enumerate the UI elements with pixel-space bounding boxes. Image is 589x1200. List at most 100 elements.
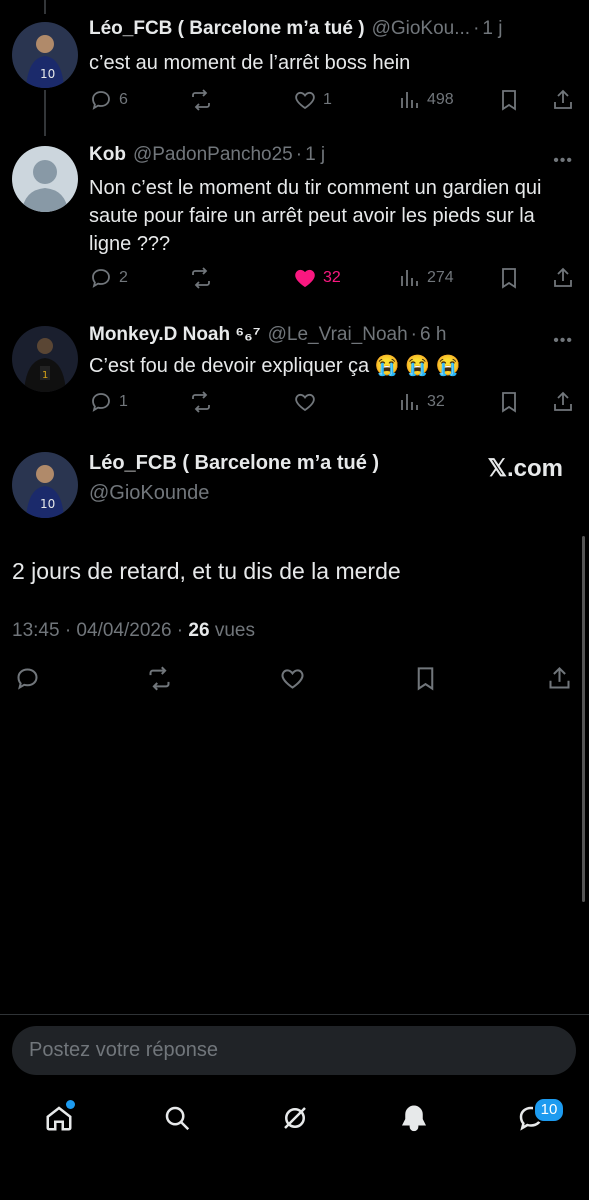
bookmark-button[interactable] bbox=[497, 390, 521, 414]
more-options-icon[interactable]: ••• bbox=[553, 152, 573, 170]
reply-count: 2 bbox=[119, 269, 128, 286]
tweet-time: 6 h bbox=[420, 324, 447, 345]
tweet-text: C’est fou de devoir expliquer ça 😭 😭 😭 bbox=[89, 355, 461, 377]
thread-line bbox=[44, 0, 46, 14]
grok-icon bbox=[284, 1107, 306, 1129]
user-handle[interactable]: @GioKounde bbox=[89, 482, 209, 505]
reply-input[interactable]: Postez votre réponse bbox=[12, 1026, 576, 1075]
nav-notifications[interactable] bbox=[394, 1095, 434, 1141]
reply-icon bbox=[92, 393, 110, 412]
avatar[interactable] bbox=[12, 146, 78, 212]
svg-text:1: 1 bbox=[42, 370, 48, 381]
avatar[interactable]: 10 bbox=[12, 452, 78, 518]
views-number: 26 bbox=[188, 620, 210, 641]
display-name[interactable]: Léo_FCB ( Barcelone m’a tué ) bbox=[89, 452, 379, 475]
share-icon bbox=[549, 666, 570, 689]
svg-text:10: 10 bbox=[40, 497, 55, 511]
x-watermark: 𝕏.com bbox=[487, 455, 563, 482]
like-button[interactable] bbox=[293, 390, 317, 414]
like-button[interactable]: 32 bbox=[293, 266, 341, 290]
bookmark-icon bbox=[502, 392, 516, 413]
reply-count: 1 bbox=[119, 393, 128, 410]
reply-count: 6 bbox=[119, 91, 128, 108]
heart-icon bbox=[281, 669, 304, 689]
retweet-button[interactable] bbox=[189, 88, 213, 112]
main-tweet-text: 2 jours de retard, et tu dis de la merde bbox=[12, 558, 401, 584]
main-action-bar bbox=[0, 665, 589, 695]
share-button[interactable] bbox=[546, 665, 573, 692]
tweet-header: Monkey.D Noah ⁶₆⁷ @Le_Vrai_Noah · 6 h bbox=[89, 324, 446, 346]
nav-grok[interactable] bbox=[275, 1095, 315, 1141]
reply-button[interactable]: 1 bbox=[89, 390, 128, 414]
divider bbox=[0, 1014, 589, 1015]
views-icon bbox=[401, 92, 418, 108]
retweet-icon bbox=[192, 391, 210, 413]
user-handle[interactable]: @Le_Vrai_Noah bbox=[268, 324, 408, 346]
reply-tweet[interactable]: 1 Monkey.D Noah ⁶₆⁷ @Le_Vrai_Noah · 6 h … bbox=[0, 324, 589, 424]
reply-tweet[interactable]: Kob @PadonPancho25 · 1 j ••• Non c’est l… bbox=[0, 144, 589, 304]
tweet-header: Kob @PadonPancho25 · 1 j bbox=[89, 144, 325, 166]
retweet-icon bbox=[149, 666, 170, 691]
views-icon bbox=[401, 394, 418, 410]
scrollbar[interactable] bbox=[582, 536, 585, 902]
bookmark-button[interactable] bbox=[497, 266, 521, 290]
views-button[interactable]: 498 bbox=[397, 88, 454, 112]
home-notification-dot bbox=[66, 1100, 75, 1109]
like-count: 1 bbox=[323, 91, 332, 108]
messages-badge: 10 bbox=[533, 1097, 565, 1123]
heart-icon bbox=[295, 393, 315, 412]
like-count: 32 bbox=[323, 269, 341, 286]
like-button[interactable]: 1 bbox=[293, 88, 332, 112]
views-button[interactable]: 32 bbox=[397, 390, 445, 414]
display-name[interactable]: Léo_FCB ( Barcelone m’a tué ) bbox=[89, 18, 365, 40]
notifications-icon bbox=[401, 1105, 427, 1132]
retweet-button[interactable] bbox=[189, 390, 213, 414]
avatar[interactable]: 10 bbox=[12, 22, 78, 88]
reply-button[interactable]: 2 bbox=[89, 266, 128, 290]
separator-dot: · bbox=[295, 144, 303, 165]
views-count: 498 bbox=[427, 91, 454, 108]
share-icon bbox=[554, 89, 572, 109]
avatar[interactable]: 1 bbox=[12, 326, 78, 392]
more-options-icon[interactable]: ••• bbox=[553, 332, 573, 350]
tweet-meta: 13:45 · 04/04/2026 · 26 vues bbox=[12, 620, 255, 642]
tweet-text: c’est au moment de l’arrêt boss hein bbox=[89, 52, 411, 74]
retweet-button[interactable] bbox=[189, 266, 213, 290]
reply-icon bbox=[92, 91, 110, 110]
views-count: 274 bbox=[427, 269, 454, 286]
bookmark-button[interactable] bbox=[497, 88, 521, 112]
user-handle[interactable]: @PadonPancho25 bbox=[133, 144, 293, 166]
retweet-button[interactable] bbox=[146, 665, 173, 692]
views-label: vues bbox=[214, 620, 255, 641]
views-icon bbox=[401, 270, 418, 286]
share-button[interactable] bbox=[551, 266, 575, 290]
reply-button[interactable] bbox=[14, 665, 41, 692]
tweet-header: Léo_FCB ( Barcelone m’a tué ) @GioKou...… bbox=[89, 18, 502, 40]
share-icon bbox=[554, 267, 572, 287]
share-icon bbox=[554, 391, 572, 411]
bookmark-icon bbox=[417, 667, 434, 691]
share-button[interactable] bbox=[551, 88, 575, 112]
user-handle[interactable]: @GioKou... bbox=[372, 18, 471, 40]
views-button[interactable]: 274 bbox=[397, 266, 454, 290]
display-name[interactable]: Kob bbox=[89, 144, 126, 166]
bookmark-icon bbox=[502, 90, 516, 111]
tweet-text: Non c’est le moment du tir comment un ga… bbox=[89, 177, 542, 255]
views-count: 32 bbox=[427, 393, 445, 410]
separator-dot: · bbox=[410, 324, 417, 345]
reply-button[interactable]: 6 bbox=[89, 88, 128, 112]
action-bar: 1 32 bbox=[89, 390, 575, 416]
share-button[interactable] bbox=[551, 390, 575, 414]
nav-search[interactable] bbox=[157, 1095, 197, 1141]
tweet-time: 1 j bbox=[482, 18, 503, 39]
like-button[interactable] bbox=[279, 665, 306, 692]
reply-icon bbox=[17, 668, 38, 690]
timestamp: 13:45 · 04/04/2026 · bbox=[12, 620, 184, 641]
action-bar: 2 32 274 bbox=[89, 266, 575, 292]
bookmark-icon bbox=[502, 268, 516, 289]
bookmark-button[interactable] bbox=[412, 665, 439, 692]
reply-tweet[interactable]: 10 Léo_FCB ( Barcelone m’a tué ) @GioKou… bbox=[0, 18, 589, 128]
heart-filled-icon bbox=[295, 269, 315, 288]
retweet-icon bbox=[192, 89, 210, 111]
display-name[interactable]: Monkey.D Noah ⁶₆⁷ bbox=[89, 324, 261, 346]
